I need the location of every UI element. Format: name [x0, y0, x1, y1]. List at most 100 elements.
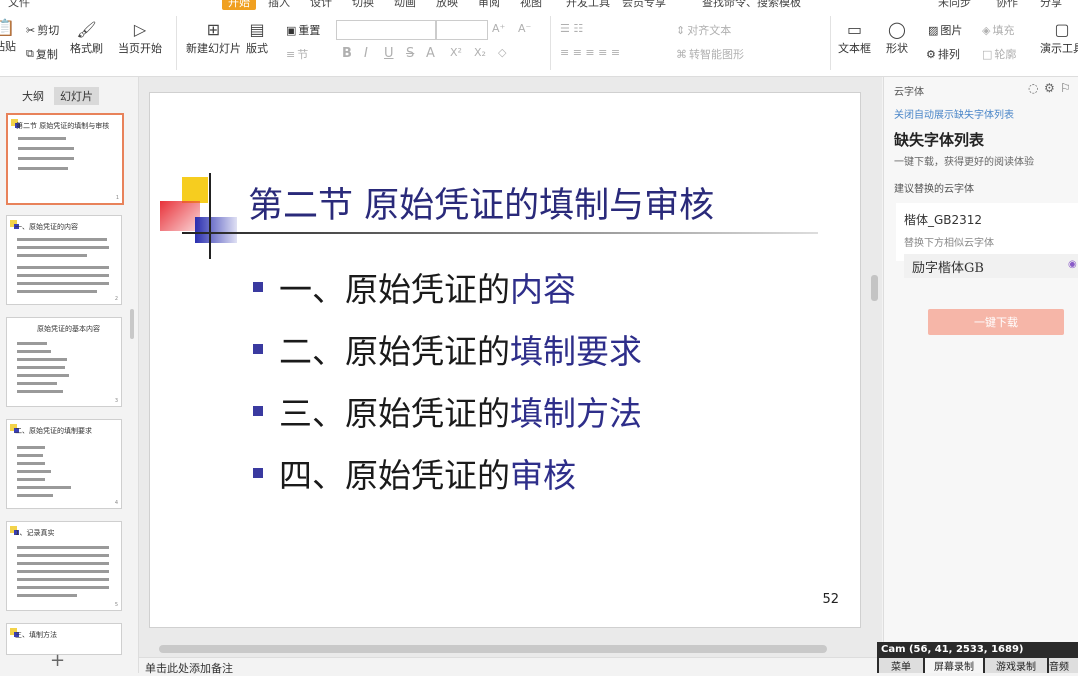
smart-shape-icon: ⌘ [676, 47, 687, 61]
bold-button[interactable]: B [342, 46, 352, 61]
new-slide-button[interactable]: ⊞ 新建幻灯片 [186, 18, 241, 56]
underline-button[interactable]: U [384, 46, 394, 61]
fill-icon: ◈ [982, 23, 991, 37]
cloud-font-panel: 云字体 ◌ ⚙ ⚐ 关闭自动展示缺失字体列表 缺失字体列表 一键下载，获得更好的… [883, 77, 1078, 642]
panel-scrollbar[interactable] [130, 309, 134, 339]
menu-developer[interactable]: 开发工具 [566, 0, 610, 10]
menu-home[interactable]: 开始 [222, 0, 256, 10]
superscript-button[interactable]: X² [450, 46, 462, 59]
sync-status[interactable]: 未同步 [938, 0, 971, 10]
shape-icon: ◯ [888, 19, 906, 39]
slide[interactable]: 第二节 原始凭证的填制与审核 一、原始凭证的 内容 二、原始凭证的 填制要求 三、原… [149, 92, 861, 628]
menu-transition[interactable]: 切换 [352, 0, 374, 10]
menu-insert[interactable]: 插入 [268, 0, 290, 10]
menu-member[interactable]: 会员专享 [622, 0, 666, 10]
fill-button[interactable]: ◈ 填充 [982, 22, 1014, 38]
horizontal-scrollbar[interactable] [159, 645, 827, 653]
reset-icon: ▣ [286, 23, 297, 37]
picture-button[interactable]: ▨ 图片 [928, 22, 962, 38]
font-color-button[interactable]: A [426, 46, 435, 61]
chat-icon[interactable]: ◌ [1028, 81, 1038, 95]
bullet-square-icon [253, 468, 263, 478]
collab-button[interactable]: 协作 [996, 0, 1018, 10]
paste-button[interactable]: 📋 粘贴 [0, 16, 16, 54]
font-family-select[interactable] [336, 20, 436, 40]
suggest-label: 建议替换的云字体 [894, 184, 974, 195]
slide-title[interactable]: 第二节 原始凭证的填制与审核 [248, 177, 714, 228]
cam-tab-game-record[interactable]: 游戏录制 [985, 658, 1047, 673]
clear-format-button[interactable]: ◇ [498, 46, 506, 59]
settings-icon[interactable]: ⚙ [1044, 81, 1055, 95]
bullet-square-icon [253, 282, 263, 292]
menu-design[interactable]: 设计 [310, 0, 332, 10]
menu-review[interactable]: 审阅 [478, 0, 500, 10]
page-number: 52 [822, 592, 839, 607]
add-slide-button[interactable]: + [50, 650, 65, 671]
member-badge-icon: ◉ [1068, 259, 1077, 270]
bullets-button[interactable]: ☰ ☷ [560, 22, 583, 35]
bullet-item[interactable]: 二、原始凭证的 填制要求 [253, 325, 642, 373]
scissors-icon: ✂ [26, 23, 36, 37]
panel-title: 缺失字体列表 [894, 131, 985, 149]
download-all-button[interactable]: 一键下载 [928, 309, 1064, 335]
presentation-tools-button[interactable]: ▢ 演示工具 [1040, 18, 1078, 56]
tools-icon: ▢ [1054, 19, 1070, 39]
share-button[interactable]: 分享 [1040, 0, 1062, 10]
slide-panel: 大纲 幻灯片 第二节 原始凭证的填制与审核 1 一、原始凭证的内容 2 原始凭证… [0, 77, 139, 673]
copy-icon: ⧉ [26, 47, 34, 60]
brush-icon: 🖌 [76, 19, 97, 39]
smart-shape-button[interactable]: ⌘ 转智能图形 [676, 46, 744, 62]
font-shrink-button[interactable]: A⁻ [518, 22, 531, 35]
play-from-current-button[interactable]: ▷ 当页开始 [118, 18, 162, 56]
subscript-button[interactable]: X₂ [474, 46, 486, 59]
ribbon-toolbar: 📋 粘贴 ✂剪切 ⧉复制 🖌 格式刷 ▷ 当页开始 ⊞ 新建幻灯片 ▤ 版式 ▣… [0, 10, 1078, 77]
tab-outline[interactable]: 大纲 [16, 87, 50, 105]
bullet-item[interactable]: 三、原始凭证的 填制方法 [253, 387, 642, 435]
menu-file[interactable]: 文件 [8, 0, 30, 10]
vertical-scrollbar[interactable] [871, 275, 878, 301]
copy-button[interactable]: ⧉ 复制 [26, 46, 58, 62]
slide-thumbnail[interactable]: 第二节 原始凭证的填制与审核 1 [6, 113, 124, 205]
decoration-vertical-line [209, 173, 211, 259]
bullet-item[interactable]: 四、原始凭证的 审核 [253, 449, 576, 497]
format-painter-button[interactable]: 🖌 格式刷 [70, 18, 103, 56]
cam-tab-menu[interactable]: 菜单 [879, 658, 923, 673]
slide-thumbnail[interactable]: 原始凭证的基本内容 3 [6, 317, 122, 407]
section-button[interactable]: ≡ 节 [286, 46, 308, 62]
decoration-yellow-square [182, 177, 208, 203]
panel-header: 云字体 [894, 87, 924, 98]
bullet-item[interactable]: 一、原始凭证的 内容 [253, 263, 576, 311]
picture-icon: ▨ [928, 23, 939, 37]
menu-view[interactable]: 视图 [520, 0, 542, 10]
strikethrough-button[interactable]: S [406, 46, 414, 61]
shape-button[interactable]: ◯ 形状 [886, 18, 908, 56]
close-auto-show-link[interactable]: 关闭自动展示缺失字体列表 [894, 106, 1014, 121]
font-size-select[interactable] [436, 20, 488, 40]
menu-search[interactable]: 查找命令、搜索模板 [702, 0, 801, 10]
font-grow-button[interactable]: A⁺ [492, 22, 505, 35]
tab-slides[interactable]: 幻灯片 [54, 87, 99, 105]
menu-slideshow[interactable]: 放映 [436, 0, 458, 10]
slide-thumbnail[interactable]: 二、原始凭证的填制要求 4 [6, 419, 122, 509]
decoration-blue-square [195, 217, 237, 243]
notes-area[interactable]: 单击此处添加备注 [139, 657, 882, 675]
layout-button[interactable]: ▤ 版式 [246, 18, 268, 56]
paragraph-align-buttons[interactable]: ≡ ≡ ≡ ≡ ≡ [560, 46, 620, 59]
missing-font-name: 楷体_GB2312 [904, 213, 983, 227]
cut-button[interactable]: ✂ 剪切 [26, 22, 59, 38]
slide-thumbnail[interactable]: 一、原始凭证的内容 2 [6, 215, 122, 305]
arrange-button[interactable]: ⚙ 排列 [926, 46, 960, 62]
text-box-button[interactable]: ▭ 文本框 [838, 18, 871, 56]
slide-thumbnail[interactable]: 1、记录真实 5 [6, 521, 122, 611]
menu-animation[interactable]: 动画 [394, 0, 416, 10]
outline-button[interactable]: □ 轮廓 [982, 46, 1016, 62]
cam-tab-audio[interactable]: 音频 [1049, 658, 1078, 673]
italic-button[interactable]: I [364, 46, 368, 61]
reset-button[interactable]: ▣ 重置 [286, 22, 320, 38]
help-icon[interactable]: ⚐ [1060, 81, 1071, 95]
menu-bar: 文件 开始 插入 设计 切换 动画 放映 审阅 视图 开发工具 会员专享 查找命… [0, 0, 1078, 10]
align-text-button[interactable]: ⇕ 对齐文本 [676, 22, 731, 38]
align-text-icon: ⇕ [676, 23, 686, 37]
cam-tab-screen-record[interactable]: 屏幕录制 [925, 658, 983, 673]
title-underline [182, 232, 818, 234]
